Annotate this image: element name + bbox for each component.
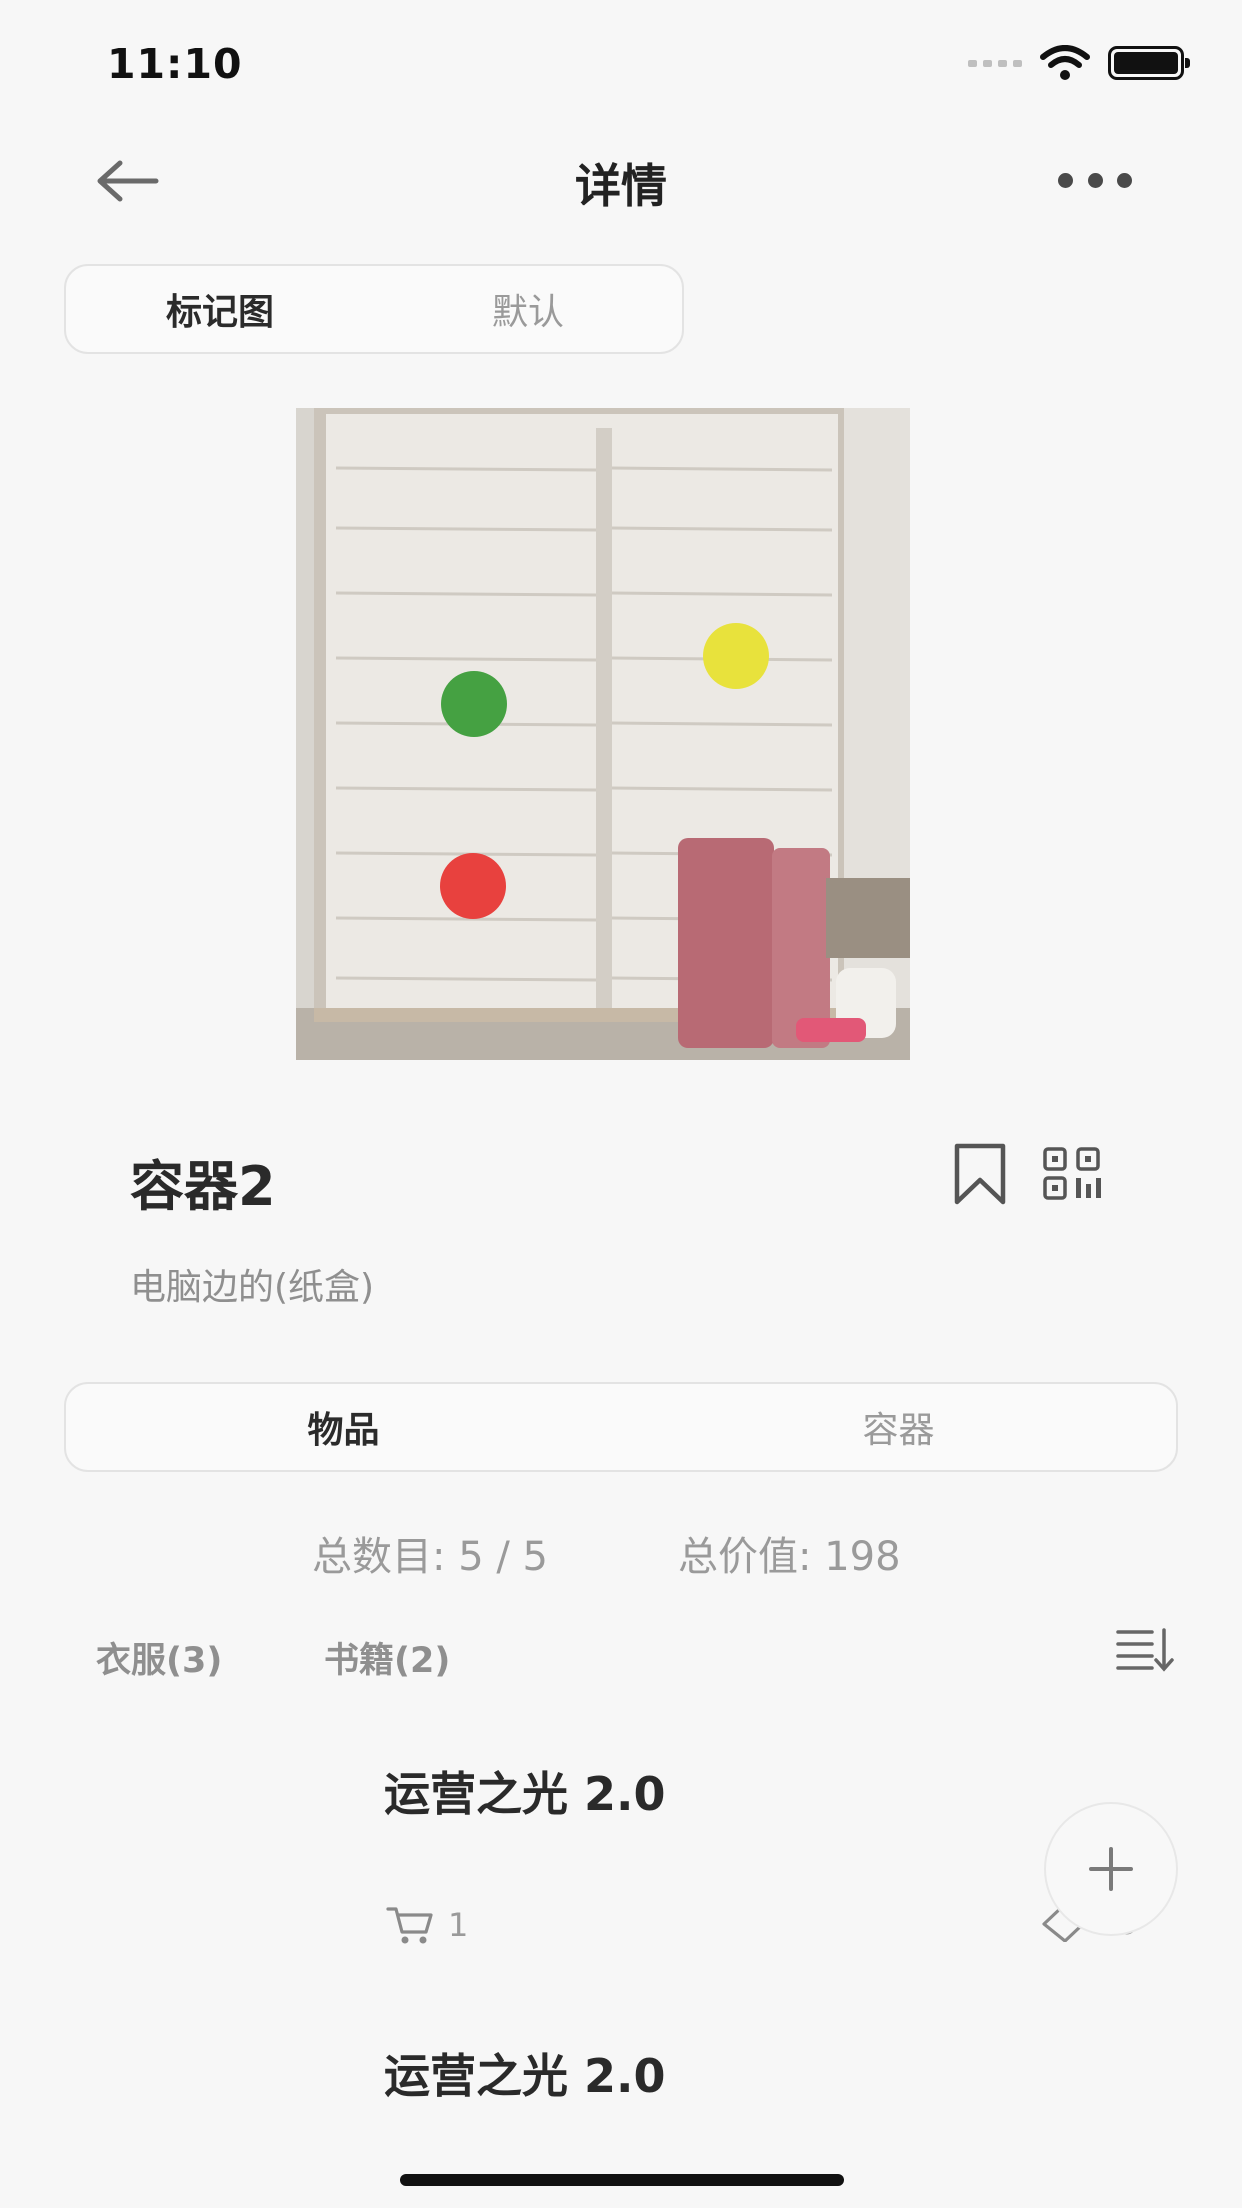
total-value: 总价值: 198 <box>678 1534 901 1580</box>
category-books[interactable]: 书籍(2) <box>324 1632 450 1683</box>
more-dot-icon <box>1087 172 1103 188</box>
category-clothes[interactable]: 衣服(3) <box>96 1632 222 1683</box>
qrcode-icon <box>1043 1147 1101 1200</box>
total-count: 总数目: 5 / 5 <box>312 1534 548 1580</box>
quantity-value: 1 <box>448 1906 469 1944</box>
tab-marker-map[interactable]: 标记图 <box>66 283 374 335</box>
sort-button[interactable] <box>1114 1626 1174 1674</box>
home-indicator <box>400 2174 844 2186</box>
wifi-icon <box>1040 45 1090 80</box>
marker-yellow[interactable] <box>703 623 769 689</box>
tab-default[interactable]: 默认 <box>374 283 682 335</box>
content-segment: 物品 容器 <box>64 1382 1178 1472</box>
list-item-title[interactable]: 运营之光 2.0 <box>384 1758 666 1824</box>
page-title: 详情 <box>575 159 667 213</box>
plus-icon <box>1089 1847 1133 1891</box>
marker-red[interactable] <box>440 853 506 919</box>
cellular-signal-icon <box>968 59 1022 67</box>
qrcode-button[interactable] <box>1042 1146 1106 1202</box>
view-mode-segment: 标记图 默认 <box>64 264 684 354</box>
bookmark-button[interactable] <box>952 1142 1008 1206</box>
tab-items[interactable]: 物品 <box>66 1401 621 1453</box>
status-indicators <box>968 45 1190 80</box>
more-button[interactable] <box>1058 160 1132 200</box>
item-quantity: 1 <box>386 1904 468 1946</box>
bookmark-icon <box>954 1143 1006 1205</box>
battery-icon <box>1108 46 1190 80</box>
list-item-title[interactable]: 运营之光 2.0 <box>384 2040 666 2106</box>
container-photo[interactable] <box>296 408 910 1060</box>
container-description: 电脑边的(纸盒) <box>130 1267 375 1308</box>
tab-containers[interactable]: 容器 <box>621 1401 1176 1453</box>
sort-icon <box>1116 1628 1174 1672</box>
marker-green[interactable] <box>441 671 507 737</box>
container-name: 容器2 <box>130 1155 276 1218</box>
add-button[interactable] <box>1044 1802 1178 1936</box>
more-dot-icon <box>1117 172 1132 188</box>
cart-icon <box>386 1907 433 1944</box>
status-time: 11:10 <box>107 40 243 88</box>
more-dot-icon <box>1058 172 1073 188</box>
